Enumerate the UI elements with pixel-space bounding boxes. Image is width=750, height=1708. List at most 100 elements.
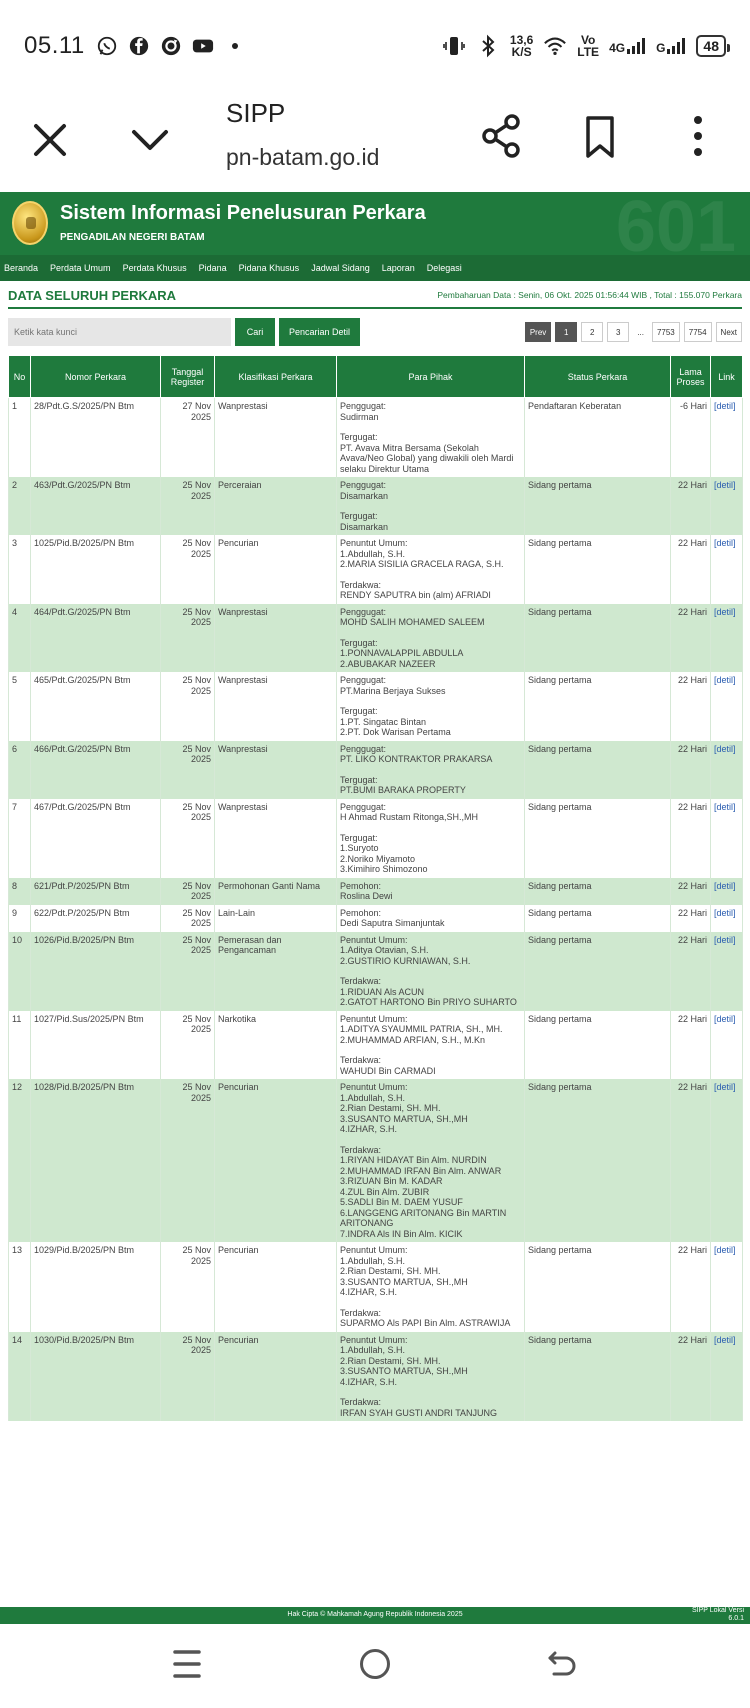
- detail-link[interactable]: [detil]: [714, 401, 736, 411]
- nav-perdata-umum[interactable]: Perdata Umum: [50, 263, 111, 273]
- cell-tanggal: 25 Nov 2025: [160, 1242, 215, 1332]
- cell-lama: 22 Hari: [670, 740, 711, 799]
- nav-delegasi[interactable]: Delegasi: [427, 263, 462, 273]
- detail-link[interactable]: [detil]: [714, 607, 736, 617]
- cell-status: Sidang pertama: [524, 1242, 671, 1332]
- cell-nomor: 464/Pdt.G/2025/PN Btm: [30, 603, 161, 672]
- pager-page-1[interactable]: 1: [555, 322, 578, 342]
- cell-klasifikasi: Pemerasan dan Pengancaman: [214, 931, 337, 1011]
- party-line: 2.MARIA SISILIA GRACELA RAGA, S.H.: [340, 559, 504, 569]
- cell-link[interactable]: [detil]: [710, 904, 743, 932]
- page-url[interactable]: pn-batam.go.id: [226, 144, 379, 171]
- cell-nomor: 1029/Pid.B/2025/PN Btm: [30, 1242, 161, 1332]
- cell-status-text: Sidang pertama: [528, 480, 592, 490]
- back-button[interactable]: [546, 1648, 578, 1680]
- cell-klasifikasi-text: Pencurian: [218, 1245, 259, 1255]
- cell-link[interactable]: [detil]: [710, 397, 743, 477]
- nav-beranda[interactable]: Beranda: [4, 263, 38, 273]
- party-line: 7.INDRA Als IN Bin Alm. KICIK: [340, 1228, 463, 1239]
- cell-status-text: Sidang pertama: [528, 606, 592, 617]
- cell-link[interactable]: [detil]: [710, 931, 743, 1011]
- cell-pihak: Penggugat: PT. LIKO KONTRAKTOR PRAKARSA Te…: [336, 740, 525, 799]
- cell-link[interactable]: [detil]: [710, 877, 743, 905]
- cell-no: 8: [8, 877, 31, 905]
- pager-page-2[interactable]: 2: [581, 322, 604, 342]
- cell-link[interactable]: [detil]: [710, 1331, 743, 1421]
- pager-page-7753[interactable]: 7753: [651, 322, 680, 342]
- table-row: 4 464/Pdt.G/2025/PN Btm 25 Nov 2025 Wanpres…: [8, 603, 743, 672]
- nav-perdata-khusus[interactable]: Perdata Khusus: [123, 263, 187, 273]
- detail-link[interactable]: [detil]: [714, 881, 736, 891]
- detail-link[interactable]: [detil]: [714, 744, 736, 754]
- home-button[interactable]: [360, 1649, 390, 1679]
- cell-tanggal-text: 25 Nov 2025: [182, 907, 211, 929]
- table-row: 7 467/Pdt.G/2025/PN Btm 25 Nov 2025 Wanpres…: [8, 798, 743, 878]
- pager-page-3[interactable]: 3: [607, 322, 630, 342]
- detail-link[interactable]: [detil]: [714, 1245, 736, 1255]
- party-line: 1.Aditya Otavian, S.H.: [340, 945, 429, 955]
- party-line: Penuntut Umum:: [340, 1334, 408, 1345]
- party-line: 2.MUHAMMAD ARFIAN, S.H., M.Kn: [340, 1034, 486, 1045]
- wifi-icon: [543, 34, 567, 58]
- cell-link[interactable]: [detil]: [710, 740, 743, 799]
- share-button[interactable]: [480, 112, 524, 160]
- cell-pihak: Penuntut Umum: 1.Abdullah, S.H. 2.Rian Des…: [336, 1079, 525, 1242]
- detail-link[interactable]: [detil]: [714, 935, 736, 945]
- site-header: Sistem Informasi Penelusuran Perkara PEN…: [0, 192, 750, 255]
- cell-tanggal: 25 Nov 2025: [160, 672, 215, 741]
- detail-link[interactable]: [detil]: [714, 1082, 736, 1092]
- site-title: Sistem Informasi Penelusuran Perkara: [60, 202, 426, 224]
- pager-prev[interactable]: Prev: [524, 322, 552, 342]
- col-header-status: Status Perkara: [524, 355, 671, 398]
- party-line: Tergugat:: [340, 706, 378, 716]
- cell-nomor: 463/Pdt.G/2025/PN Btm: [30, 477, 161, 535]
- detail-link[interactable]: [detil]: [714, 538, 736, 548]
- advanced-search-button[interactable]: Pencarian Detil: [279, 318, 361, 346]
- cell-link[interactable]: [detil]: [710, 1079, 743, 1242]
- party-line: Tergugat:: [340, 637, 378, 648]
- nav-laporan[interactable]: Laporan: [382, 263, 415, 273]
- heading-row: DATA SELURUH PERKARA Pembaharuan Data : …: [8, 283, 742, 309]
- detail-link[interactable]: [detil]: [714, 675, 736, 685]
- cell-link[interactable]: [detil]: [710, 477, 743, 535]
- pager-page-7754[interactable]: 7754: [683, 322, 712, 342]
- cell-lama-text: -6 Hari: [679, 401, 707, 411]
- party-line: 4.ZUL Bin Alm. ZUBIR: [340, 1186, 430, 1197]
- nav-pidana-khusus[interactable]: Pidana Khusus: [239, 263, 300, 273]
- detail-link[interactable]: [detil]: [714, 802, 736, 812]
- cell-link[interactable]: [detil]: [710, 603, 743, 672]
- detail-link[interactable]: [detil]: [714, 480, 736, 490]
- cell-nomor: 467/Pdt.G/2025/PN Btm: [30, 798, 161, 878]
- more-menu-button[interactable]: [688, 112, 708, 160]
- cell-tanggal-text: 25 Nov 2025: [182, 606, 211, 628]
- screen: 05.11 13,6 K/S Vo LTE 4G G 48 SIPP pn-ba…: [0, 0, 750, 1708]
- party-line: Penggugat:: [340, 801, 387, 812]
- detail-link[interactable]: [detil]: [714, 908, 736, 918]
- pager-next[interactable]: Next: [715, 322, 742, 342]
- cell-link[interactable]: [detil]: [710, 798, 743, 878]
- cell-link[interactable]: [detil]: [710, 1242, 743, 1332]
- cell-link[interactable]: [detil]: [710, 1010, 743, 1079]
- nav-jadwal-sidang[interactable]: Jadwal Sidang: [311, 263, 370, 273]
- cell-link[interactable]: [detil]: [710, 535, 743, 604]
- bookmark-button[interactable]: [580, 114, 620, 160]
- close-tab-button[interactable]: [30, 120, 70, 160]
- cell-no: 3: [8, 535, 31, 604]
- party-line: 3.SUSANTO MARTUA, SH.,MH: [340, 1366, 468, 1376]
- cell-pihak: Penuntut Umum: 1.Abdullah, S.H. 2.Rian Des…: [336, 1242, 525, 1332]
- cell-lama: 22 Hari: [670, 877, 711, 905]
- detail-link[interactable]: [detil]: [714, 1335, 736, 1345]
- cell-nomor: 1030/Pid.B/2025/PN Btm: [30, 1331, 161, 1421]
- pagination: Prev 1 2 3 ... 7753 7754 Next: [524, 322, 742, 342]
- recent-apps-button[interactable]: [172, 1648, 202, 1680]
- party-line: 6.LANGGENG ARITONANG Bin MARTIN ARITONAN…: [340, 1207, 507, 1229]
- cell-nomor-text: 464/Pdt.G/2025/PN Btm: [34, 606, 131, 617]
- search-button[interactable]: Cari: [235, 318, 275, 346]
- footer-copyright: Hak Cipta © Mahkamah Agung Republik Indo…: [287, 1611, 463, 1618]
- cell-link[interactable]: [detil]: [710, 672, 743, 741]
- nav-pidana[interactable]: Pidana: [199, 263, 227, 273]
- search-input[interactable]: [8, 318, 231, 346]
- minimize-button[interactable]: [128, 120, 172, 160]
- detail-link[interactable]: [detil]: [714, 1014, 736, 1024]
- cell-klasifikasi: Pencurian: [214, 1331, 337, 1421]
